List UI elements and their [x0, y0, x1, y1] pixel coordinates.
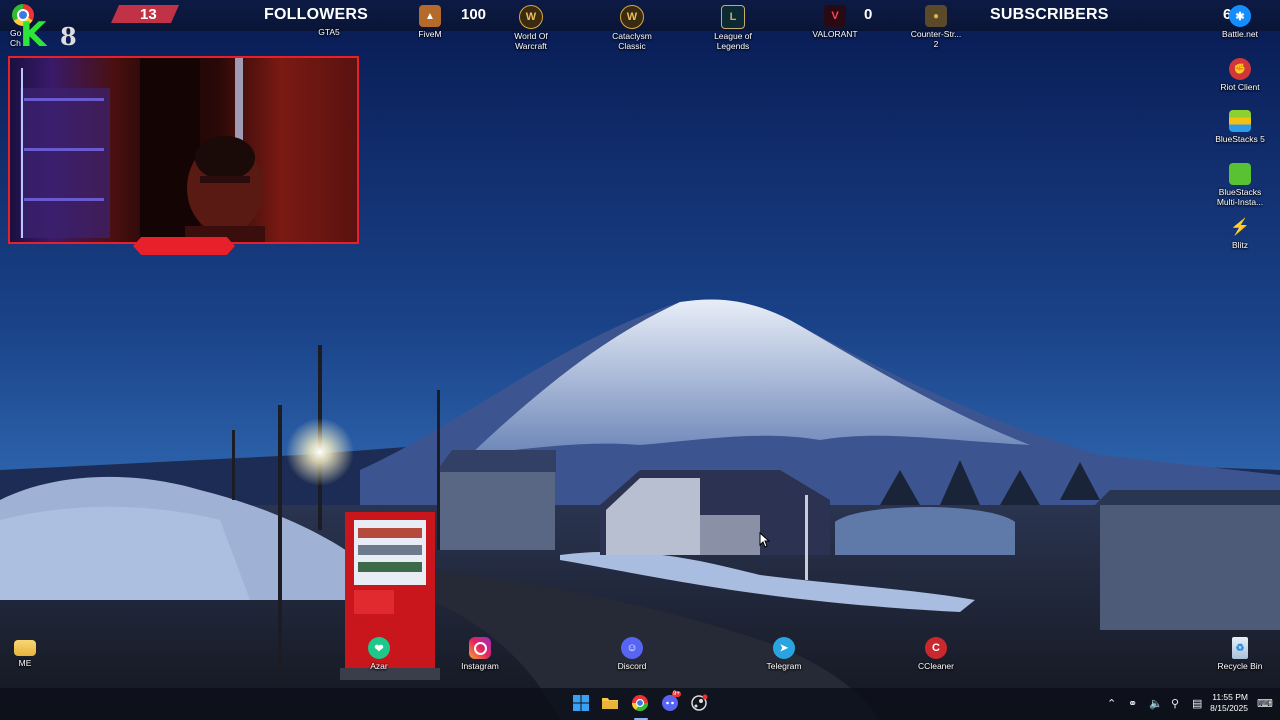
webcam-name-tab: [133, 237, 235, 255]
taskbar-discord[interactable]: 9+: [661, 691, 681, 714]
channel-logo-number: 8: [60, 22, 77, 51]
desktop-icon-label: GTA5: [318, 27, 340, 37]
taskbar-steam[interactable]: [690, 694, 710, 714]
followers-label: FOLLOWERS: [264, 6, 369, 23]
wow-icon: W: [519, 5, 543, 29]
cs2-icon: ●: [925, 5, 947, 27]
azar-icon: ❤: [368, 637, 390, 659]
desktop-icon-ccleaner[interactable]: C CCleaner: [901, 637, 971, 671]
desktop-icon-label: Azar: [370, 661, 388, 671]
taskbar-file-explorer[interactable]: [601, 694, 621, 714]
microphone-icon[interactable]: ⚲: [1171, 697, 1179, 710]
recycle-bin-icon: ♻: [1232, 637, 1248, 659]
followers-count: 13: [140, 6, 157, 23]
desktop-icon-battlenet[interactable]: ✱ Battle.net: [1205, 5, 1275, 39]
file-explorer-icon: [602, 698, 618, 709]
clock-time[interactable]: 11:55 PM: [1188, 692, 1248, 702]
desktop-icon-riot-client[interactable]: ✊ Riot Client: [1205, 58, 1275, 92]
desktop-icon-label: Telegram: [766, 661, 802, 671]
fivem-icon: ▲: [419, 5, 441, 27]
desktop-icon-cs2[interactable]: ● Counter-Str... 2: [901, 5, 971, 49]
desktop-icon-label: BlueStacks Multi-Insta...: [1216, 187, 1264, 207]
desktop-icon-label: Instagram: [461, 661, 499, 671]
webcam-overlay: [8, 56, 359, 244]
discord-notification-badge: 9+: [672, 691, 681, 697]
clock-date[interactable]: 8/15/2025: [1188, 703, 1248, 713]
desktop-icon-label: FiveM: [418, 29, 442, 39]
desktop-icon-label: Recycle Bin: [1217, 661, 1263, 671]
discord-icon: ☺: [621, 637, 643, 659]
desktop-icon-label: Counter-Str... 2: [910, 29, 962, 49]
desktop-icon-label: Blitz: [1231, 240, 1249, 250]
desktop-icon-label: League of Legends: [714, 31, 752, 51]
desktop-icon-blitz[interactable]: ⚡ Blitz: [1205, 216, 1275, 250]
webcam-feed: [20, 58, 265, 242]
desktop-icon-azar[interactable]: ❤ Azar: [344, 637, 414, 671]
wow-classic-icon: W: [620, 5, 644, 29]
bluestacks-icon: [1229, 110, 1251, 132]
desktop: 13 FOLLOWERS 100 0 SUBSCRIBERS 6 Go Ch K…: [0, 0, 1280, 720]
desktop-icon-label: Battle.net: [1222, 29, 1258, 39]
desktop-icon-label: Riot Client: [1220, 82, 1260, 92]
volume-icon[interactable]: 🔈: [1149, 697, 1163, 710]
desktop-icon-label: VALORANT: [812, 29, 858, 39]
desktop-icon-wow[interactable]: W World Of Warcraft: [496, 5, 566, 51]
desktop-icon-label: World Of Warcraft: [514, 31, 548, 51]
folder-icon: [14, 640, 36, 656]
desktop-icon-label: Discord: [617, 661, 647, 671]
ccleaner-icon: C: [925, 637, 947, 659]
steam-icon: [691, 694, 708, 711]
riot-icon: ✊: [1229, 58, 1251, 80]
subscribers-label: SUBSCRIBERS: [990, 6, 1109, 23]
chevron-up-icon[interactable]: ⌃: [1107, 697, 1116, 710]
headset-icon[interactable]: ⚭: [1128, 697, 1137, 710]
desktop-icon-discord[interactable]: ☺ Discord: [597, 637, 667, 671]
desktop-icon-valorant[interactable]: V VALORANT: [800, 5, 870, 39]
desktop-icon-gta5[interactable]: GTA5: [294, 25, 364, 37]
desktop-icon-label: CCleaner: [918, 661, 954, 671]
league-icon: L: [721, 5, 745, 29]
desktop-icon-fivem[interactable]: ▲ FiveM: [395, 5, 465, 39]
channel-logo-k: K: [20, 15, 47, 55]
chrome-icon: [631, 695, 649, 712]
mouse-cursor-icon: [759, 532, 771, 548]
desktop-icon-cataclysm[interactable]: W Cataclysm Classic: [597, 5, 667, 51]
desktop-icon-label: BlueStacks 5: [1215, 134, 1265, 144]
desktop-icon-recycle-bin[interactable]: ♻ Recycle Bin: [1205, 637, 1275, 671]
desktop-icon-bluestacks-multi[interactable]: BlueStacks Multi-Insta...: [1205, 163, 1275, 207]
blitz-icon: ⚡: [1230, 219, 1250, 236]
start-button[interactable]: [572, 694, 592, 714]
valorant-icon: V: [824, 5, 846, 27]
notification-icon[interactable]: ⌨: [1257, 697, 1273, 710]
desktop-icon-league[interactable]: L League of Legends: [698, 5, 768, 51]
bluestacks-multi-icon: [1229, 163, 1251, 185]
taskbar-chrome[interactable]: [631, 694, 651, 720]
desktop-icon-telegram[interactable]: ➤ Telegram: [749, 637, 819, 671]
desktop-icon-me-folder[interactable]: ME: [0, 637, 60, 668]
battlenet-icon: ✱: [1229, 5, 1251, 27]
desktop-icon-instagram[interactable]: Instagram: [445, 637, 515, 671]
taskbar: 9+ ⌃ ⚭ 🔈 ⚲ ▤ 11:55 PM 8/15/2025 ⌨: [0, 688, 1280, 720]
desktop-icon-label: ME: [18, 658, 32, 668]
telegram-icon: ➤: [773, 637, 795, 659]
desktop-icon-bluestacks[interactable]: BlueStacks 5: [1205, 110, 1275, 144]
desktop-icon-label: Cataclysm Classic: [612, 31, 652, 51]
instagram-icon: [469, 637, 491, 659]
windows-start-icon: [573, 695, 589, 711]
